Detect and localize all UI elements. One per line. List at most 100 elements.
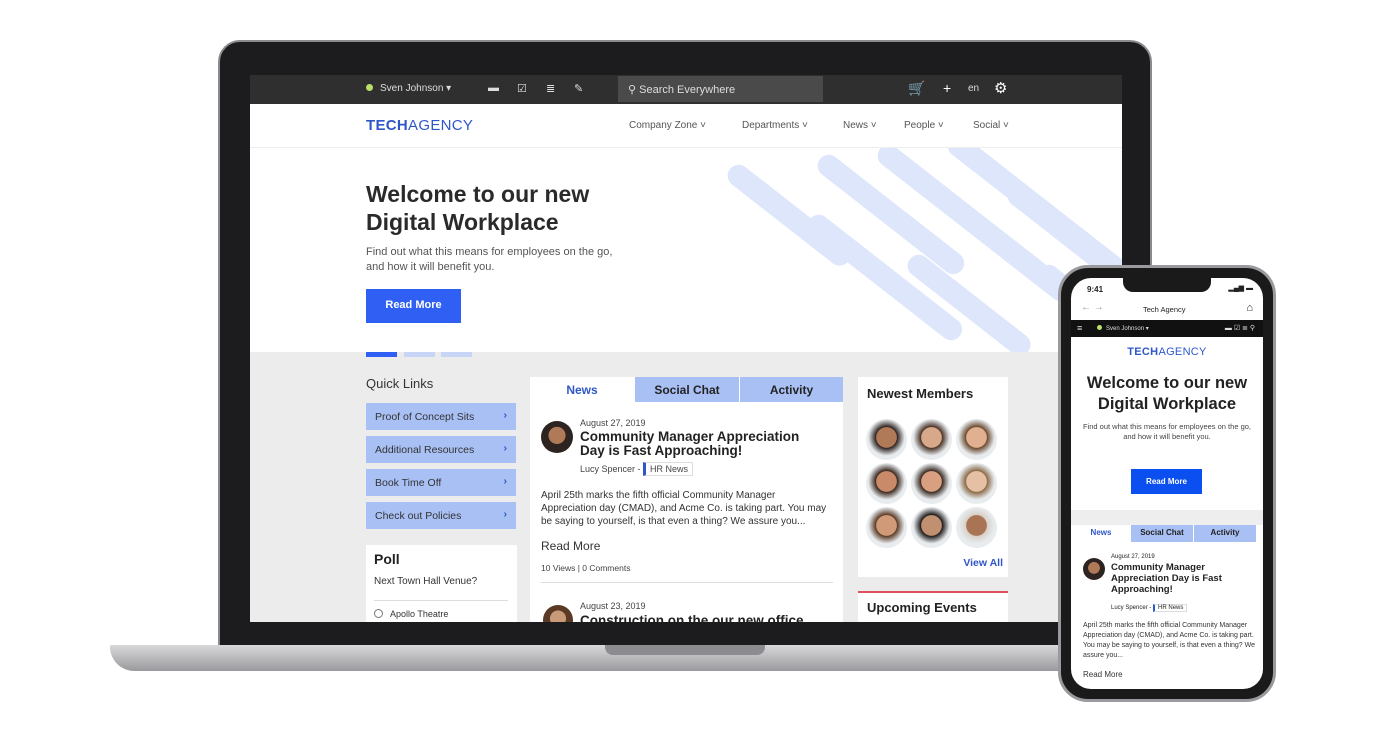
language-selector[interactable]: en bbox=[968, 83, 979, 94]
phone-time: 9:41 bbox=[1087, 285, 1104, 294]
plus-icon[interactable]: + bbox=[943, 80, 951, 96]
top-bar: Sven Johnson ▾ ▬ ☑ ≣ ✎ ⚲ Search Everywhe… bbox=[250, 75, 1122, 104]
chevron-right-icon: › bbox=[503, 409, 508, 421]
phone-screen: 9:41 ▂▄▆ ▬ ← → Tech Agency ⌂ ≡ Sven John… bbox=[1071, 278, 1263, 689]
search-icon: ⚲ bbox=[628, 84, 640, 96]
tasks-icon[interactable]: ☑ bbox=[517, 82, 527, 95]
member-avatar[interactable] bbox=[956, 419, 997, 460]
phone-logo[interactable]: TECHAGENCY bbox=[1071, 346, 1263, 358]
quick-link-book-time-off[interactable]: Book Time Off › bbox=[366, 469, 516, 496]
logo-bold: TECH bbox=[366, 117, 409, 134]
author-avatar[interactable] bbox=[541, 421, 573, 453]
member-avatar[interactable] bbox=[866, 419, 907, 460]
chevron-right-icon: › bbox=[503, 508, 508, 520]
upcoming-events-card: Upcoming Events bbox=[858, 591, 1008, 622]
news-date: August 27, 2019 bbox=[1111, 554, 1155, 560]
search-input[interactable]: ⚲ Search Everywhere bbox=[618, 76, 823, 102]
chat-icon[interactable]: ▬ bbox=[488, 82, 499, 94]
quick-link-proof-of-concept[interactable]: Proof of Concept Sits › bbox=[366, 403, 516, 430]
nav-news[interactable]: News ˅ bbox=[843, 120, 877, 131]
news-title[interactable]: Community Manager Appreciation Day is Fa… bbox=[580, 430, 820, 458]
chevron-right-icon: › bbox=[503, 475, 508, 487]
category-badge[interactable]: HR News bbox=[1153, 604, 1188, 612]
news-stats: 10 Views | 0 Comments bbox=[541, 563, 631, 573]
member-avatar[interactable] bbox=[956, 463, 997, 504]
tab-news[interactable]: News bbox=[530, 377, 634, 402]
divider bbox=[374, 600, 508, 601]
news-meta: Lucy Spencer - HR News bbox=[1111, 604, 1188, 612]
hero-title: Welcome to our new Digital Workplace bbox=[366, 181, 590, 235]
news-read-more-link[interactable]: Read More bbox=[1083, 670, 1123, 679]
divider bbox=[541, 582, 833, 583]
news-meta: Lucy Spencer - HR News bbox=[580, 462, 694, 476]
news-title[interactable]: Construction on the our new office bbox=[580, 613, 804, 622]
slide-indicator-2[interactable] bbox=[404, 352, 435, 357]
events-title: Upcoming Events bbox=[867, 600, 977, 615]
member-avatar[interactable] bbox=[911, 419, 952, 460]
logo-rest: AGENCY bbox=[408, 117, 474, 134]
nav-people[interactable]: People ˅ bbox=[904, 120, 944, 131]
news-author[interactable]: Lucy Spencer - bbox=[580, 464, 641, 474]
nav-departments[interactable]: Departments ˅ bbox=[742, 120, 808, 131]
back-forward-icon[interactable]: ← → bbox=[1081, 302, 1104, 313]
member-avatar[interactable] bbox=[911, 507, 952, 548]
news-excerpt: April 25th marks the fifth official Comm… bbox=[1083, 622, 1255, 659]
tab-news[interactable]: News bbox=[1071, 528, 1131, 537]
member-avatar[interactable] bbox=[866, 463, 907, 504]
nav-social[interactable]: Social ˅ bbox=[973, 120, 1009, 131]
member-avatar[interactable] bbox=[911, 463, 952, 504]
newest-members-card: Newest Members View All bbox=[858, 377, 1008, 577]
nav-company-zone[interactable]: Company Zone ˅ bbox=[629, 120, 706, 131]
nav-label: People bbox=[904, 120, 936, 131]
chevron-right-icon: › bbox=[503, 442, 508, 454]
hero-banner: Welcome to our new Digital Workplace Find… bbox=[250, 148, 1122, 352]
laptop-screen: Sven Johnson ▾ ▬ ☑ ≣ ✎ ⚲ Search Everywhe… bbox=[250, 75, 1122, 622]
phone-read-more-button[interactable]: Read More bbox=[1131, 469, 1202, 494]
topbar-icons[interactable]: ▬ ☑ ≣ ⚲ bbox=[1225, 324, 1255, 332]
tab-activity[interactable]: Activity bbox=[1194, 525, 1256, 542]
member-avatar[interactable] bbox=[866, 507, 907, 548]
poll-title: Poll bbox=[374, 551, 400, 567]
phone-topbar: ≡ Sven Johnson ▾ ▬ ☑ ≣ ⚲ bbox=[1071, 320, 1263, 337]
poll-option[interactable]: Apollo Theatre bbox=[374, 609, 448, 619]
quick-link-additional-resources[interactable]: Additional Resources › bbox=[366, 436, 516, 463]
edit-icon[interactable]: ✎ bbox=[574, 82, 583, 95]
news-icon[interactable]: ≣ bbox=[546, 82, 555, 95]
view-all-link[interactable]: View All bbox=[963, 557, 1003, 569]
poll-question: Next Town Hall Venue? bbox=[374, 576, 478, 587]
news-read-more-link[interactable]: Read More bbox=[541, 539, 600, 553]
tab-social-chat[interactable]: Social Chat bbox=[1131, 525, 1193, 542]
quick-link-policies[interactable]: Check out Policies › bbox=[366, 502, 516, 529]
hamburger-icon[interactable]: ≡ bbox=[1077, 323, 1082, 333]
nav-label: News bbox=[843, 120, 869, 131]
main-nav: TECHAGENCY Company Zone ˅ Departments ˅ … bbox=[250, 104, 1122, 148]
members-title: Newest Members bbox=[867, 386, 974, 401]
home-icon[interactable]: ⌂ bbox=[1246, 302, 1253, 314]
news-title[interactable]: Community Manager Appreciation Day is Fa… bbox=[1111, 562, 1251, 595]
search-placeholder: Search Everywhere bbox=[639, 84, 736, 96]
member-avatar[interactable] bbox=[956, 507, 997, 548]
quick-links-title: Quick Links bbox=[366, 376, 434, 391]
hero-read-more-button[interactable]: Read More bbox=[366, 289, 461, 323]
hero-subtitle: Find out what this means for employees o… bbox=[366, 246, 613, 273]
slide-indicator-3[interactable] bbox=[441, 352, 472, 357]
tab-activity[interactable]: Activity bbox=[740, 377, 843, 402]
phone-section-bg bbox=[1071, 510, 1263, 525]
category-badge[interactable]: HR News bbox=[643, 462, 694, 476]
tab-social-chat[interactable]: Social Chat bbox=[635, 377, 739, 402]
browser-title: Tech Agency bbox=[1143, 305, 1186, 314]
nav-label: Company Zone bbox=[629, 120, 698, 131]
logo[interactable]: TECHAGENCY bbox=[366, 117, 473, 134]
cart-icon[interactable]: 🛒 bbox=[908, 80, 925, 97]
radio-button[interactable] bbox=[374, 609, 383, 618]
nav-label: Social bbox=[973, 120, 1001, 131]
gear-icon[interactable]: ⚙ bbox=[994, 79, 1007, 97]
phone-frame: 9:41 ▂▄▆ ▬ ← → Tech Agency ⌂ ≡ Sven John… bbox=[1058, 265, 1276, 702]
phone-hero-title: Welcome to our new Digital Workplace bbox=[1086, 374, 1248, 413]
author-avatar[interactable] bbox=[1083, 558, 1105, 580]
slide-indicator-1[interactable] bbox=[366, 352, 397, 357]
user-menu[interactable]: Sven Johnson ▾ bbox=[366, 83, 451, 94]
user-menu[interactable]: Sven Johnson ▾ bbox=[1097, 325, 1149, 332]
user-name: Sven Johnson bbox=[380, 83, 444, 94]
author-avatar[interactable] bbox=[543, 605, 573, 622]
